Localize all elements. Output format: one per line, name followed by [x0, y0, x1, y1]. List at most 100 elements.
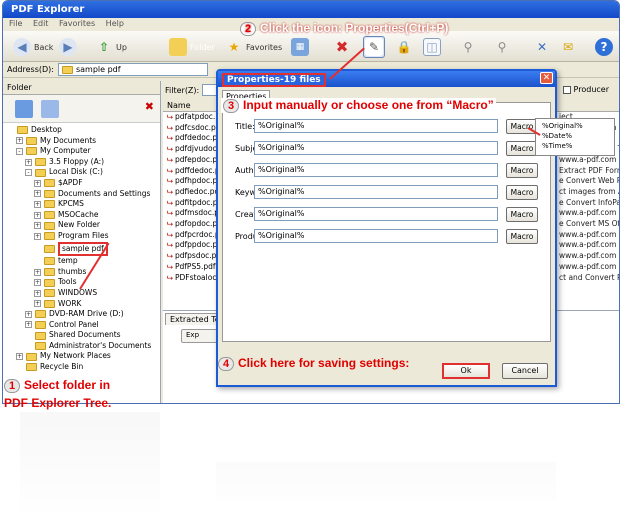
mail-button[interactable]: ✉	[559, 36, 577, 58]
expander-icon[interactable]: +	[34, 300, 41, 308]
tree-item[interactable]: + New Folder	[7, 220, 160, 231]
close-icon[interactable]: ✖	[145, 100, 154, 113]
expander-icon[interactable]: +	[34, 190, 41, 198]
callout-step2: 2 Click the icon: Properties(Ctrl+P)	[240, 21, 448, 36]
expander-icon[interactable]: +	[34, 200, 41, 208]
export-button[interactable]: Exp	[181, 329, 221, 343]
folder-tree-pane: Folder ✖ Desktop + My Documents - My Compute…	[3, 81, 161, 403]
close-icon[interactable]: ✕	[540, 72, 553, 84]
subject-cell: www.a-pdf.com	[559, 208, 617, 218]
macro-option-time[interactable]: %Time%	[542, 141, 608, 151]
expander-icon[interactable]: +	[16, 137, 23, 145]
expander-icon[interactable]: +	[34, 268, 41, 276]
address-field[interactable]: sample pdf	[57, 63, 208, 76]
subject-field[interactable]: %Original%	[254, 141, 498, 155]
folder-button[interactable]: Folder	[169, 36, 215, 58]
forward-button[interactable]: ▶	[59, 36, 77, 58]
expander-icon[interactable]: +	[25, 158, 32, 166]
tree-item-selected[interactable]: sample pdf	[7, 241, 160, 257]
expander-icon[interactable]: +	[34, 179, 41, 187]
tree-item[interactable]: + Program Files	[7, 231, 160, 242]
help-button[interactable]: ?	[595, 36, 613, 58]
subject-cell: e Convert InfoPath	[559, 197, 619, 207]
tree-item[interactable]: Administrator's Documents	[7, 341, 160, 352]
favorites-button[interactable]: ★ Favorites	[225, 36, 283, 58]
tree-item[interactable]: + Control Panel	[7, 320, 160, 331]
menu-file[interactable]: File	[9, 19, 22, 28]
tree-item-label: WINDOWS	[58, 287, 98, 297]
search-advanced-button[interactable]: ⚲	[493, 36, 511, 58]
expander-icon[interactable]: -	[25, 169, 32, 177]
folder-tab[interactable]: Folder	[3, 81, 160, 95]
tree-item[interactable]: temp	[7, 256, 160, 267]
keywords-macro-button[interactable]: Macro	[506, 184, 538, 200]
tree-item[interactable]: + thumbs	[7, 267, 160, 278]
menu-favorites[interactable]: Favorites	[59, 19, 95, 28]
tree-refresh-icon[interactable]	[15, 99, 33, 118]
up-button[interactable]: ⇧ Up	[95, 36, 127, 58]
tree-item[interactable]: - My Computer	[7, 146, 160, 157]
name-column-header[interactable]: Name	[167, 101, 191, 110]
expander-icon[interactable]: +	[16, 353, 23, 361]
delete-button[interactable]: ✖	[333, 36, 351, 58]
tree-item[interactable]: + My Network Places	[7, 351, 160, 362]
tools-icon: ✕	[536, 40, 548, 54]
tree-item[interactable]: - Local Disk (C:)	[7, 167, 160, 178]
expander-icon[interactable]: +	[34, 279, 41, 287]
macro-option-date[interactable]: %Date%	[542, 131, 608, 141]
menu-edit[interactable]: Edit	[33, 19, 49, 28]
step2-number: 2	[240, 21, 256, 36]
tools-button[interactable]: ✕	[533, 36, 551, 58]
tree-item[interactable]: + MSOCache	[7, 210, 160, 221]
expander-icon[interactable]: +	[34, 289, 41, 297]
address-value: sample pdf	[75, 65, 121, 74]
tree-item[interactable]: + WORK	[7, 299, 160, 310]
expander-icon[interactable]: +	[34, 222, 41, 230]
producer-field[interactable]: %Original%	[254, 229, 498, 243]
up-folder-icon: ⇧	[98, 40, 110, 54]
pdf-file-icon: ⮡	[167, 240, 173, 250]
tree-item[interactable]: Shared Documents	[7, 330, 160, 341]
keywords-field[interactable]: %Original%	[254, 185, 498, 199]
keywords-row: Keywords %Original% Macro	[235, 184, 538, 200]
split-view-button[interactable]: ◫	[423, 36, 441, 58]
subject-macro-button[interactable]: Macro	[506, 140, 538, 156]
title-field[interactable]: %Original%	[254, 119, 498, 133]
back-button[interactable]: ◀ Back	[13, 36, 53, 58]
search-button[interactable]: ⚲	[459, 36, 477, 58]
tree-item[interactable]: + WINDOWS	[7, 288, 160, 299]
tree-item-label: 3.5 Floppy (A:)	[49, 156, 105, 166]
cancel-button[interactable]: Cancel	[502, 363, 548, 379]
creator-field[interactable]: %Original%	[254, 207, 498, 221]
expander-icon[interactable]: +	[25, 321, 32, 329]
properties-button[interactable]: ✎	[363, 36, 385, 58]
menu-help[interactable]: Help	[106, 19, 124, 28]
expander-icon[interactable]: -	[16, 147, 23, 155]
expander-icon[interactable]: +	[25, 310, 32, 318]
creator-macro-button[interactable]: Macro	[506, 206, 538, 222]
tree-item[interactable]: + Documents and Settings	[7, 189, 160, 200]
author-macro-button[interactable]: Macro	[506, 162, 538, 178]
tree-item[interactable]: + My Documents	[7, 136, 160, 147]
expander-icon[interactable]: +	[34, 211, 41, 219]
folder-icon	[44, 189, 55, 198]
expander-icon[interactable]: +	[34, 232, 41, 240]
tree-options-icon[interactable]	[41, 99, 59, 118]
ok-button[interactable]: Ok	[442, 363, 490, 379]
tree-item[interactable]: +3.5 Floppy (A:)	[7, 157, 160, 168]
macro-option-original[interactable]: %Original%	[542, 121, 608, 131]
folder-icon	[44, 278, 55, 287]
title-row: Title: %Original% Macro	[235, 118, 538, 134]
folder-pane-tools: ✖	[3, 95, 160, 123]
tree-item[interactable]: Desktop	[7, 125, 160, 136]
tree-item[interactable]: + DVD-RAM Drive (D:)	[7, 309, 160, 320]
properties-panel: Title: %Original% Macro Subject %Origina…	[222, 102, 551, 342]
lock-button[interactable]: 🔒	[395, 36, 413, 58]
producer-macro-button[interactable]: Macro	[506, 228, 538, 244]
tree-item[interactable]: Recycle Bin	[7, 362, 160, 373]
producer-checkbox[interactable]: Producer	[562, 85, 609, 94]
tree-item[interactable]: + $APDF	[7, 178, 160, 189]
tree-item[interactable]: + KPCMS	[7, 199, 160, 210]
view-button[interactable]: ▦	[291, 36, 309, 58]
author-field[interactable]: %Original%	[254, 163, 498, 177]
